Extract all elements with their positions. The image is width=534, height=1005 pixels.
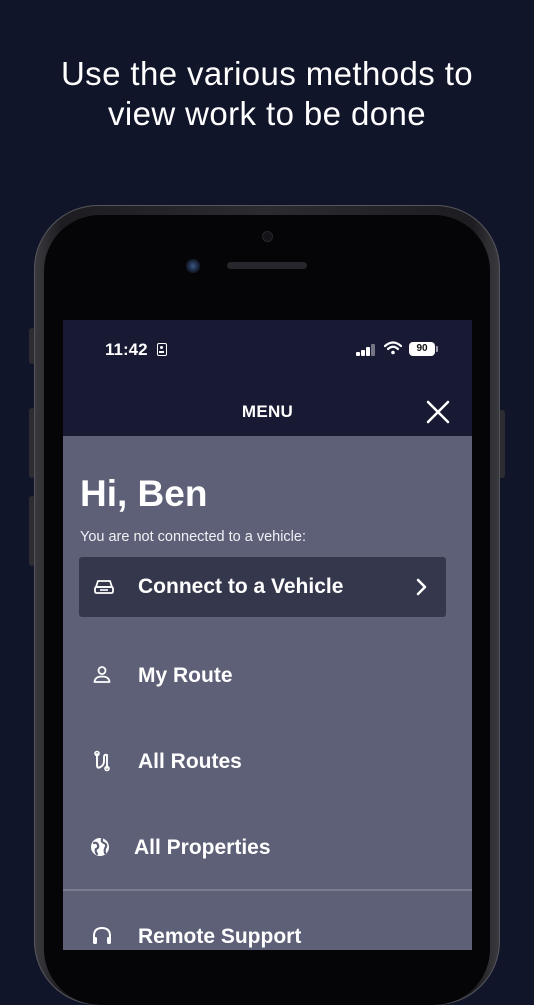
menu-header: MENU [63, 380, 472, 436]
menu-item-all-properties[interactable]: All Properties [63, 825, 472, 869]
vehicle-connection-status: You are not connected to a vehicle: [80, 529, 306, 545]
connect-vehicle-button[interactable]: Connect to a Vehicle [79, 557, 446, 617]
headset-icon [93, 926, 111, 944]
phone-screen: 11:42 90 MENU Hi, Ben You are not connec… [63, 320, 472, 950]
status-bar: 11:42 90 [63, 320, 472, 380]
wifi-icon [384, 341, 402, 355]
connect-vehicle-label: Connect to a Vehicle [138, 575, 344, 598]
front-camera-icon [186, 259, 200, 273]
menu-item-label: All Routes [138, 750, 242, 773]
menu-divider [63, 889, 472, 891]
promo-headline-line-1: Use the various methods to [60, 55, 474, 92]
menu-item-label: My Route [138, 664, 233, 687]
proximity-sensor [262, 231, 273, 242]
earpiece-speaker [227, 262, 307, 269]
id-card-icon [157, 343, 167, 356]
menu-title: MENU [241, 402, 294, 421]
status-time: 11:42 [105, 340, 148, 359]
person-icon [93, 666, 111, 683]
globe-icon [91, 837, 109, 856]
close-icon[interactable] [423, 397, 453, 427]
signal-icon [356, 344, 376, 356]
promo-headline-line-2: view work to be done [107, 95, 426, 132]
menu-item-all-routes[interactable]: All Routes [63, 739, 472, 783]
menu-item-label: All Properties [134, 836, 271, 859]
route-icon [94, 750, 110, 772]
promo-headline: Use the various methods to view work to … [0, 54, 534, 134]
car-icon [94, 580, 114, 594]
menu-item-my-route[interactable]: My Route [63, 653, 472, 697]
greeting-heading: Hi, Ben [80, 473, 208, 514]
menu-item-remote-support[interactable]: Remote Support [63, 914, 472, 950]
menu-item-label: Remote Support [138, 925, 302, 948]
battery-icon: 90 [409, 342, 438, 356]
chevron-right-icon [416, 578, 427, 596]
